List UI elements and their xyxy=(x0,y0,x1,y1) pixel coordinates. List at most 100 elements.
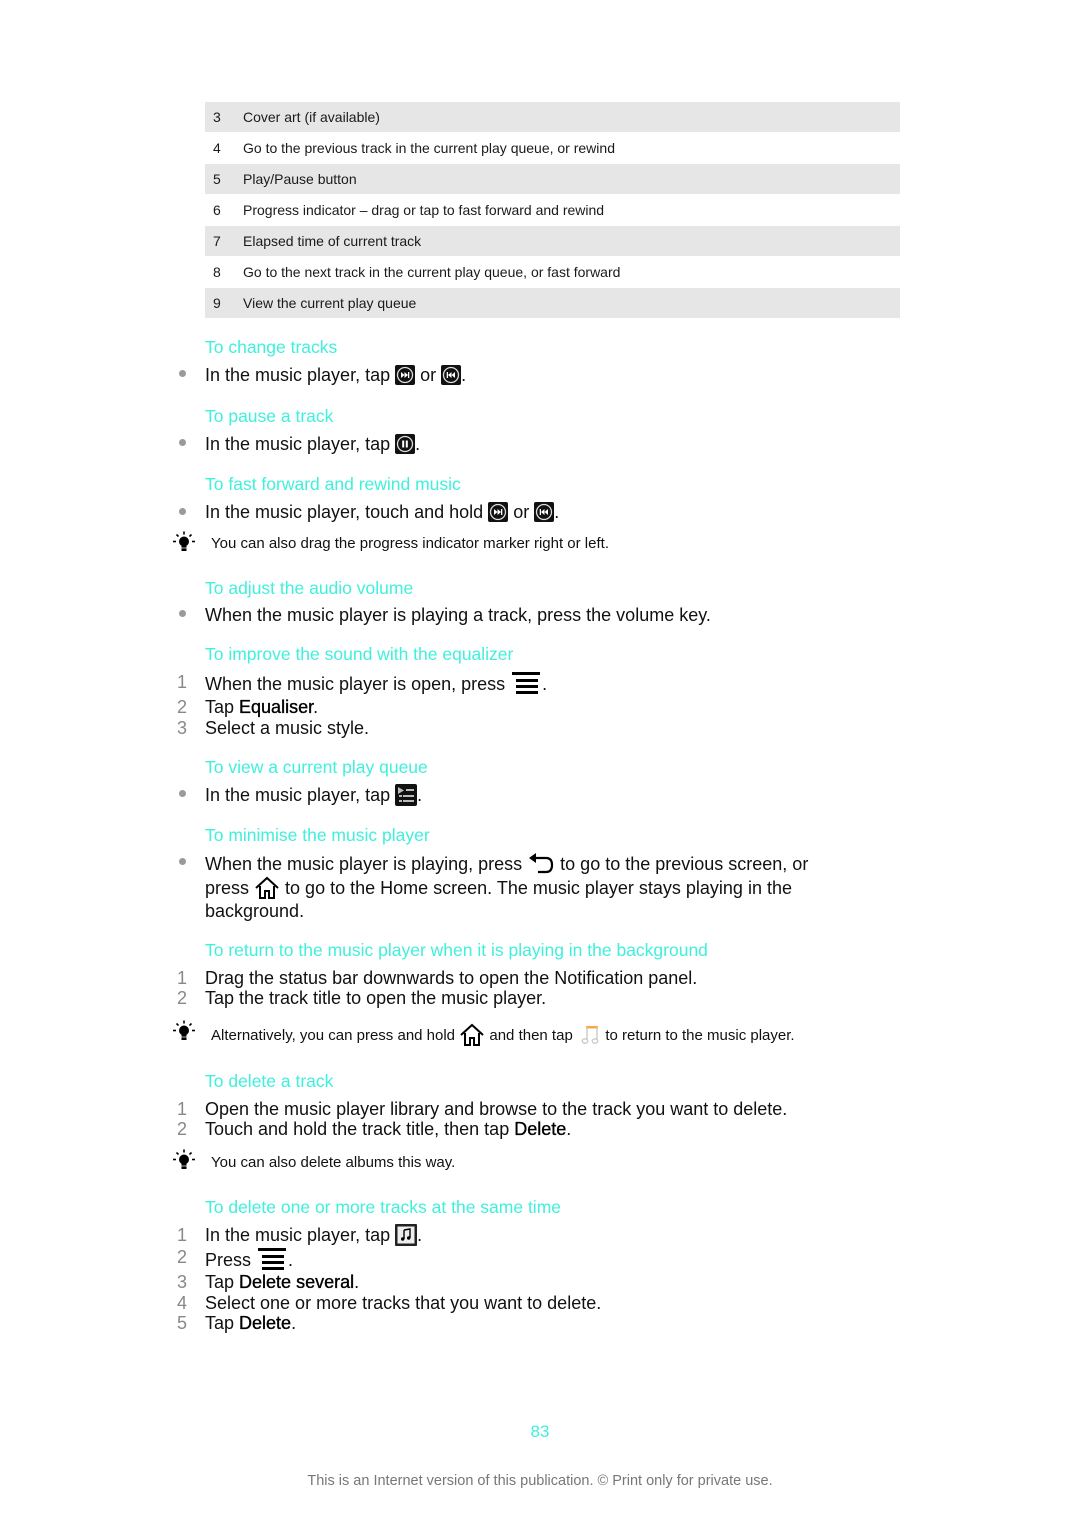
step-number: 1 xyxy=(176,1225,187,1245)
table-row: 8 Go to the next track in the current pla… xyxy=(205,257,900,288)
legend-table: 3 Cover art (if available) 4 Go to the pre… xyxy=(205,102,900,319)
step-text: In the music player, tap xyxy=(205,434,391,454)
tip-text: Alternatively, you can press and hold an… xyxy=(211,1023,795,1047)
section-heading-change-tracks: To change tracks xyxy=(205,337,338,357)
step-text: When the music player is open, press xyxy=(205,674,506,694)
home-icon xyxy=(460,1023,484,1046)
manual-page: 3 Cover art (if available) 4 Go to the pre… xyxy=(0,0,1080,1527)
section-heading-fast-forward: To fast forward and rewind music xyxy=(205,474,461,494)
step-number: 2 xyxy=(176,988,187,1008)
section-heading-minimise: To minimise the music player xyxy=(205,825,430,845)
step-number: 1 xyxy=(176,672,187,692)
step-text: In the music player, tap xyxy=(205,365,391,385)
row-number: 4 xyxy=(213,140,221,156)
step-equalizer-3: Select a music style. xyxy=(205,718,370,738)
row-description: View the current play queue xyxy=(243,295,417,311)
step-text: . xyxy=(461,365,467,385)
step-pause-track: In the music player, tap . xyxy=(205,432,420,456)
step-text: . xyxy=(566,1119,572,1139)
footer-notice: This is an Internet version of this publ… xyxy=(307,1473,773,1489)
rewind-icon xyxy=(441,365,462,385)
step-minimise-line-3: background. xyxy=(205,901,305,921)
step-text: . xyxy=(417,785,423,805)
pause-icon xyxy=(395,434,416,454)
step-text: . xyxy=(291,1313,297,1333)
page-number: 83 xyxy=(530,1422,550,1441)
step-delete-several-2: Press . xyxy=(205,1248,293,1272)
back-icon xyxy=(529,853,554,874)
tip-text: You can also delete albums this way. xyxy=(211,1154,456,1171)
table-row: 3 Cover art (if available) xyxy=(205,102,900,133)
row-number: 5 xyxy=(213,171,221,187)
step-delete-several-5: Tap Delete. xyxy=(205,1311,296,1335)
lightbulb-icon xyxy=(173,1149,195,1169)
section-heading-view-queue: To view a current play queue xyxy=(205,757,428,777)
step-number: 2 xyxy=(176,1119,187,1139)
step-equalizer-1: When the music player is open, press . xyxy=(205,672,547,696)
rewind-icon xyxy=(534,502,555,522)
step-adjust-volume: When the music player is playing a track… xyxy=(205,605,711,625)
lightbulb-icon xyxy=(173,531,195,551)
row-number: 7 xyxy=(213,233,221,249)
step-text: In the music player, tap xyxy=(205,785,391,805)
step-text: Press xyxy=(205,1250,252,1270)
section-heading-pause-track: To pause a track xyxy=(205,406,334,426)
step-number: 5 xyxy=(176,1313,187,1333)
section-heading-return-player: To return to the music player when it is… xyxy=(205,940,708,960)
tip-text-part: and then tap xyxy=(489,1027,573,1044)
ui-label-delete: Delete xyxy=(514,1119,567,1139)
bullet xyxy=(179,790,186,797)
step-return-2: Tap the track title to open the music pl… xyxy=(205,988,547,1008)
lightbulb-icon xyxy=(173,1020,195,1040)
home-icon xyxy=(255,876,279,899)
row-description: Go to the previous track in the current … xyxy=(243,140,615,156)
table-row: 5 Play/Pause button xyxy=(205,164,900,195)
step-text: . xyxy=(354,1272,360,1292)
step-text: When the music player is playing, press xyxy=(205,854,523,874)
step-number: 2 xyxy=(176,1247,187,1267)
music-note-icon xyxy=(581,1026,599,1044)
section-heading-equalizer: To improve the sound with the equalizer xyxy=(205,644,514,664)
menu-icon xyxy=(258,1248,287,1270)
step-number: 3 xyxy=(176,718,187,738)
step-fast-forward: In the music player, touch and hold or . xyxy=(205,500,559,524)
step-minimise-line-1: When the music player is playing, press … xyxy=(205,852,808,876)
step-delete-2: Touch and hold the track title, then tap… xyxy=(205,1117,571,1141)
bullet xyxy=(179,610,186,617)
step-text: . xyxy=(288,1250,294,1270)
row-description: Play/Pause button xyxy=(243,171,357,187)
section-heading-adjust-volume: To adjust the audio volume xyxy=(205,578,414,598)
menu-icon xyxy=(512,672,541,694)
ui-label-delete-several: Delete several xyxy=(239,1272,355,1292)
bullet xyxy=(179,508,186,515)
row-number: 3 xyxy=(213,109,221,125)
table-row: 7 Elapsed time of current track xyxy=(205,226,900,257)
step-text: . xyxy=(313,697,319,717)
table-row: 9 View the current play queue xyxy=(205,288,900,319)
ui-label-equaliser: Equaliser xyxy=(239,697,314,717)
tip-text-part: Alternatively, you can press and hold xyxy=(211,1027,456,1044)
tip-text-part: to return to the music player. xyxy=(605,1027,795,1044)
bullet xyxy=(179,858,186,865)
step-text: Touch and hold the track title, then tap xyxy=(205,1119,515,1139)
step-view-queue: In the music player, tap . xyxy=(205,783,422,807)
row-number: 9 xyxy=(213,295,221,311)
music-library-icon xyxy=(395,1224,418,1246)
row-description: Progress indicator – drag or tap to fast… xyxy=(243,202,605,218)
play-queue-icon xyxy=(395,784,418,806)
step-text: . xyxy=(554,502,560,522)
fast-forward-icon xyxy=(395,365,416,385)
row-description: Cover art (if available) xyxy=(243,109,380,125)
row-number: 8 xyxy=(213,264,221,280)
row-description: Go to the next track in the current play… xyxy=(243,264,621,280)
row-number: 6 xyxy=(213,202,221,218)
bullet xyxy=(179,439,186,446)
section-heading-delete-track: To delete a track xyxy=(205,1071,334,1091)
step-text: or xyxy=(513,502,530,522)
step-text: . xyxy=(417,1225,423,1245)
step-text: In the music player, touch and hold xyxy=(205,502,484,522)
step-text: to go to the previous screen, or xyxy=(560,854,809,874)
table-row: 6 Progress indicator – drag or tap to fas… xyxy=(205,195,900,226)
step-text: or xyxy=(420,365,437,385)
step-change-tracks: In the music player, tap or . xyxy=(205,363,466,387)
